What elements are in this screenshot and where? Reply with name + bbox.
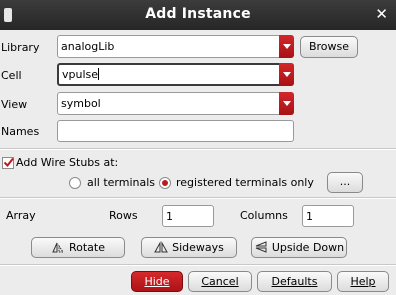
rows-label: Rows: [109, 209, 138, 222]
library-label: Library: [1, 41, 40, 54]
rotate-icon: [52, 242, 64, 253]
view-combobox[interactable]: symbol: [57, 92, 294, 115]
view-label: View: [1, 98, 28, 111]
hide-label: Hide: [144, 275, 170, 288]
rotate-label: Rotate: [68, 241, 105, 254]
sideways-icon: [154, 241, 168, 253]
add-wire-stubs-label: Add Wire Stubs at:: [16, 156, 119, 169]
close-icon[interactable]: ✕: [375, 5, 388, 23]
library-value: analogLib: [61, 40, 115, 53]
cancel-button[interactable]: Cancel: [188, 271, 252, 292]
divider: [0, 265, 396, 266]
more-options-button[interactable]: ...: [327, 172, 363, 193]
text-cursor: [98, 68, 100, 80]
divider: [0, 198, 396, 199]
chevron-down-icon[interactable]: [279, 35, 294, 58]
rotate-button[interactable]: Rotate: [31, 237, 125, 258]
columns-input[interactable]: 1: [302, 205, 354, 227]
registered-terminals-radio[interactable]: [159, 177, 171, 189]
names-label: Names: [1, 125, 40, 138]
upside-down-label: Upside Down: [271, 241, 345, 254]
defaults-button[interactable]: Defaults: [257, 271, 332, 292]
defaults-label: Defaults: [271, 275, 318, 288]
library-combobox[interactable]: analogLib: [57, 35, 294, 58]
help-label: Help: [350, 275, 376, 288]
rows-input[interactable]: 1: [162, 205, 214, 227]
cell-combobox[interactable]: vpulse: [57, 63, 294, 86]
window-title: Add Instance: [145, 6, 251, 22]
columns-value: 1: [306, 210, 313, 223]
all-terminals-label: all terminals: [87, 176, 156, 189]
cell-label: Cell: [1, 69, 22, 82]
all-terminals-radio[interactable]: [69, 177, 81, 189]
checkmark-icon: [3, 157, 14, 168]
array-label: Array: [6, 209, 36, 222]
sideways-label: Sideways: [172, 241, 224, 254]
registered-terminals-label: registered terminals only: [176, 176, 314, 189]
names-input[interactable]: [57, 120, 294, 142]
divider: [0, 149, 396, 150]
help-button[interactable]: Help: [337, 271, 389, 292]
rows-value: 1: [166, 210, 173, 223]
columns-label: Columns: [240, 209, 288, 222]
title-bar[interactable]: Add Instance ✕: [0, 0, 396, 30]
upside-down-icon: [255, 241, 267, 253]
upside-down-button[interactable]: Upside Down: [251, 237, 347, 258]
chevron-down-icon[interactable]: [279, 63, 294, 86]
cancel-label: Cancel: [201, 275, 239, 288]
radio-selected-dot: [162, 180, 168, 186]
chevron-down-icon[interactable]: [279, 92, 294, 115]
sideways-button[interactable]: Sideways: [141, 237, 237, 258]
hide-button[interactable]: Hide: [131, 271, 183, 292]
cell-value: vpulse: [62, 68, 99, 81]
add-wire-stubs-checkbox[interactable]: [2, 157, 14, 169]
browse-button[interactable]: Browse: [300, 36, 358, 58]
view-value: symbol: [61, 97, 101, 110]
